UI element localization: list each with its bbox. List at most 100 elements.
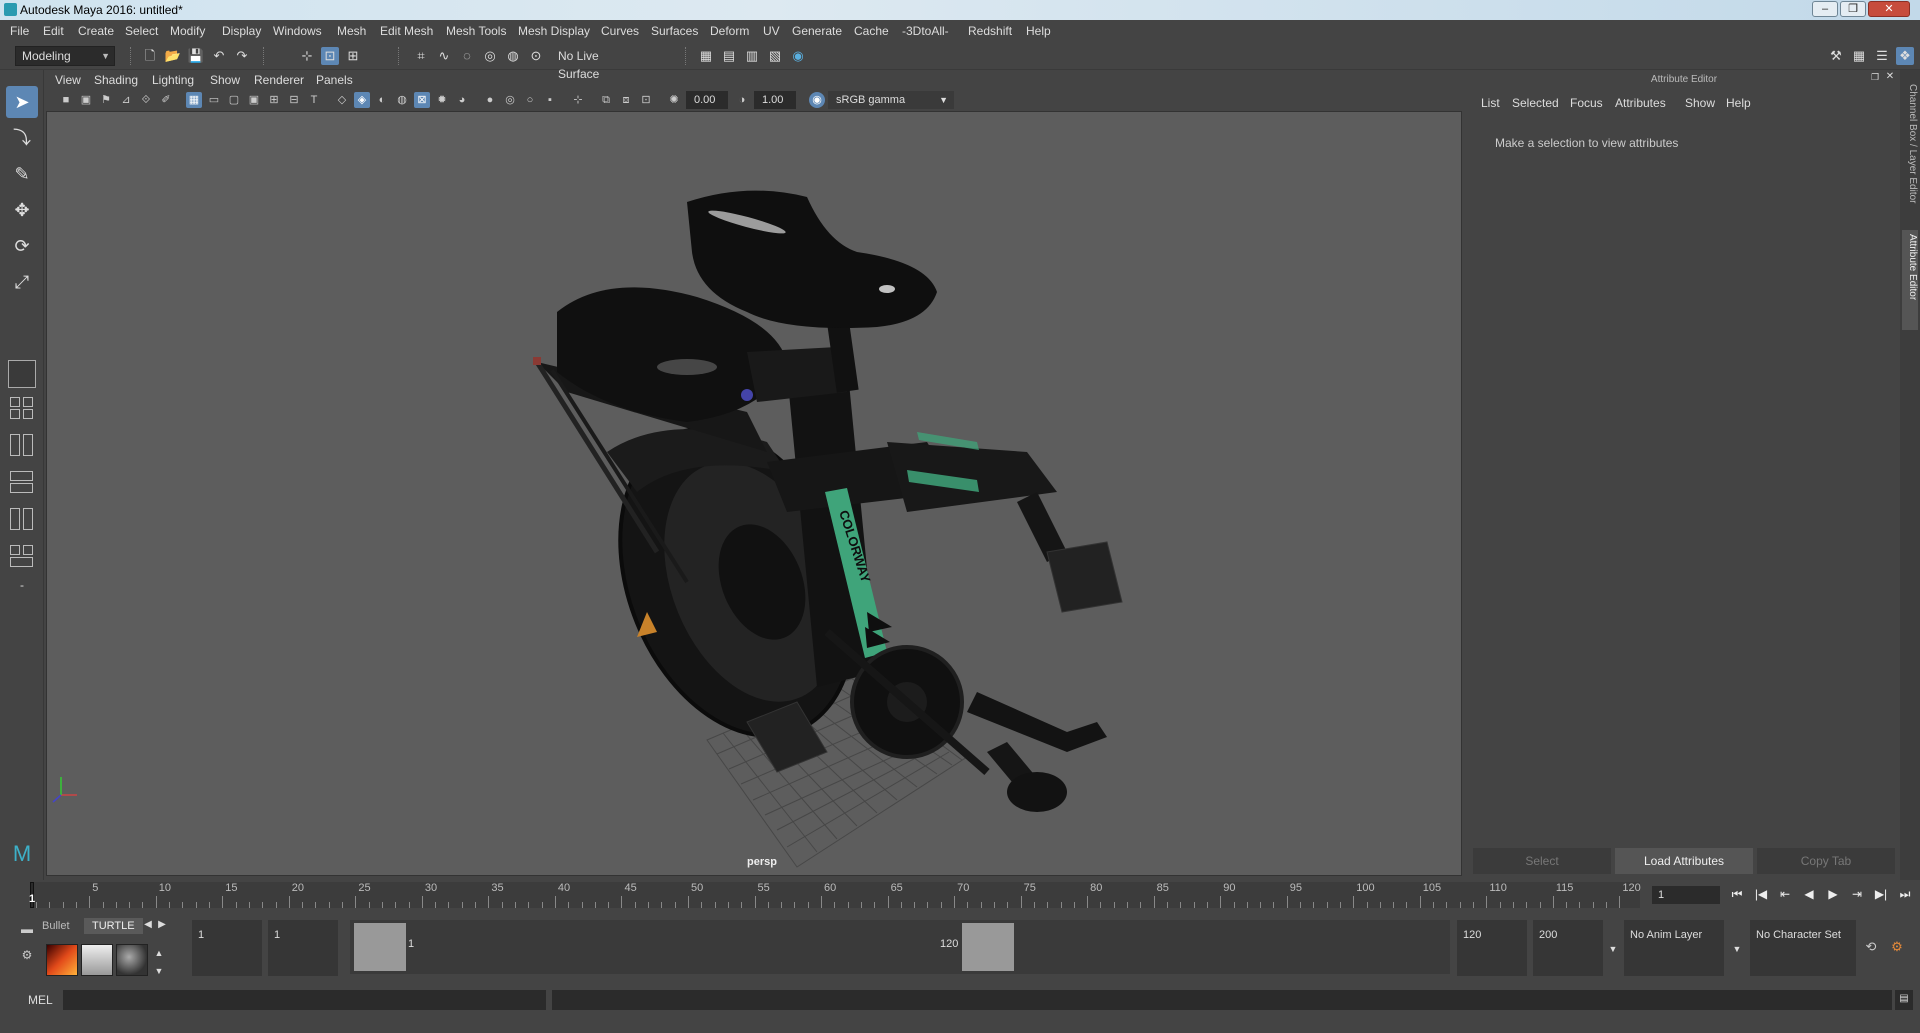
hypershade-icon[interactable]: ◉ [789, 47, 807, 65]
xray-icon[interactable]: ⧉ [598, 92, 614, 108]
snap-point-icon[interactable]: ◌ [458, 47, 476, 65]
shadows-icon[interactable]: ◕ [454, 92, 470, 108]
menu-edit[interactable]: Edit [43, 24, 64, 38]
textured-icon[interactable]: ⊠ [414, 92, 430, 108]
modeling-toolkit-icon[interactable]: ⚒ [1827, 47, 1845, 65]
open-scene-icon[interactable]: 📂 [164, 47, 182, 65]
menu-edit-mesh[interactable]: Edit Mesh [380, 24, 433, 38]
viewport-menu-view[interactable]: View [55, 73, 81, 87]
paint-select-icon[interactable]: ✎ [6, 158, 38, 190]
step-back-icon[interactable]: |◀ [1752, 885, 1770, 903]
move-tool-icon[interactable]: ✥ [6, 194, 38, 226]
playback-end-field[interactable]: 120 [1457, 920, 1527, 976]
load-attributes-button[interactable]: Load Attributes [1615, 848, 1753, 874]
persp-outliner-layout-icon[interactable] [8, 506, 36, 532]
more-layouts-button[interactable]: - [6, 578, 38, 600]
playback-start-field[interactable]: 1 [268, 920, 338, 976]
snap-grid-icon[interactable]: ⌗ [412, 47, 430, 65]
camera-attributes-icon[interactable]: ▣ [78, 92, 94, 108]
tool-settings-icon[interactable]: ☰ [1873, 47, 1891, 65]
snap-live-icon[interactable]: ⊙ [527, 47, 545, 65]
perspective-viewport[interactable]: COLORWAY persp [46, 111, 1462, 876]
grid-toggle-icon[interactable]: ▦ [186, 92, 202, 108]
save-scene-icon[interactable]: 💾 [187, 47, 205, 65]
field-chart-icon[interactable]: ⊞ [266, 92, 282, 108]
tab-channel-box[interactable]: Channel Box / Layer Editor [1902, 80, 1918, 230]
menu-display[interactable]: Display [222, 24, 261, 38]
single-perspective-layout-icon[interactable] [8, 360, 36, 388]
attr-menu-focus[interactable]: Focus [1570, 96, 1603, 110]
grease-pencil-icon[interactable]: ✐ [158, 92, 174, 108]
persp-graph-layout-icon[interactable] [8, 469, 36, 495]
side-by-side-layout-icon[interactable] [8, 432, 36, 458]
select-tool-icon[interactable]: ➤ [6, 86, 38, 118]
exposure-field[interactable]: 0.00 [686, 91, 728, 109]
float-panel-icon[interactable]: ❐ [1869, 71, 1881, 83]
safe-title-icon[interactable]: T [306, 92, 322, 108]
use-default-material-icon[interactable]: ◐ [374, 92, 390, 108]
auto-key-icon[interactable]: ⟲ [1862, 938, 1880, 956]
xray-components-icon[interactable]: ⊡ [638, 92, 654, 108]
menu-cache[interactable]: Cache [854, 24, 889, 38]
shelf-next-icon[interactable]: ▶ [156, 916, 168, 934]
play-backward-icon[interactable]: ◀ [1800, 885, 1818, 903]
attr-select-button[interactable]: Select [1473, 848, 1611, 874]
image-plane-icon[interactable]: ⊿ [118, 92, 134, 108]
menu-create[interactable]: Create [78, 24, 114, 38]
viewport-menu-renderer[interactable]: Renderer [254, 73, 304, 87]
outliner-toggle-icon[interactable]: ▦ [1850, 47, 1868, 65]
attr-menu-attributes[interactable]: Attributes [1615, 96, 1666, 110]
isolate-select-icon[interactable]: ⊹ [570, 92, 586, 108]
wireframe-icon[interactable]: ◇ [334, 92, 350, 108]
mode-dropdown[interactable]: Modeling ▼ [15, 46, 115, 66]
ipr-render-icon[interactable]: ▥ [743, 47, 761, 65]
menu-generate[interactable]: Generate [792, 24, 842, 38]
smooth-shade-icon[interactable]: ◈ [354, 92, 370, 108]
xray-joints-icon[interactable]: ⧈ [618, 92, 634, 108]
safe-action-icon[interactable]: ⊟ [286, 92, 302, 108]
maximize-button[interactable]: ❐ [1840, 1, 1866, 17]
menu-windows[interactable]: Windows [273, 24, 322, 38]
redo-icon[interactable]: ↷ [233, 47, 251, 65]
go-to-start-icon[interactable]: ⏮ [1728, 885, 1746, 903]
depth-of-field-icon[interactable]: ▪ [542, 92, 558, 108]
use-all-lights-icon[interactable]: ✹ [434, 92, 450, 108]
viewport-menu-shading[interactable]: Shading [94, 73, 138, 87]
gate-mask-icon[interactable]: ▣ [246, 92, 262, 108]
attr-menu-help[interactable]: Help [1726, 96, 1751, 110]
step-forward-icon[interactable]: ▶| [1872, 885, 1890, 903]
wireframe-on-shaded-icon[interactable]: ◍ [394, 92, 410, 108]
copy-tab-button[interactable]: Copy Tab [1757, 848, 1895, 874]
snap-curve-icon[interactable]: ∿ [435, 47, 453, 65]
resolution-gate-icon[interactable]: ▢ [226, 92, 242, 108]
rotate-tool-icon[interactable]: ⟳ [6, 230, 38, 262]
shelf-menu-icon[interactable]: ▬ [20, 922, 34, 942]
shelf-settings-icon[interactable]: ⚙ [20, 948, 34, 968]
two-d-pan-zoom-icon[interactable]: ⟐ [138, 92, 154, 108]
shelf-scroll-icon[interactable]: ▲ ▼ [152, 944, 166, 976]
menu-uv[interactable]: UV [763, 24, 780, 38]
play-forward-icon[interactable]: ▶ [1824, 885, 1842, 903]
viewport-menu-lighting[interactable]: Lighting [152, 73, 194, 87]
select-component-icon[interactable]: ⊞ [344, 47, 362, 65]
exposure-icon[interactable]: ✺ [666, 92, 682, 108]
select-camera-icon[interactable]: ■ [58, 92, 74, 108]
animation-preferences-icon[interactable]: ⚙ [1888, 938, 1906, 956]
anim-layer-dropdown[interactable]: No Anim Layer [1624, 920, 1724, 976]
menu-mesh[interactable]: Mesh [337, 24, 366, 38]
menu-redshift[interactable]: Redshift [968, 24, 1012, 38]
range-options-icon[interactable]: ▼ [1606, 940, 1620, 958]
menu-mesh-display[interactable]: Mesh Display [518, 24, 590, 38]
menu-select[interactable]: Select [125, 24, 158, 38]
command-language-label[interactable]: MEL [28, 993, 53, 1007]
menu-mesh-tools[interactable]: Mesh Tools [446, 24, 506, 38]
shelf-tab-bullet[interactable]: Bullet [42, 920, 70, 932]
menu-3dtoall[interactable]: -3DtoAll- [902, 24, 949, 38]
viewport-menu-panels[interactable]: Panels [316, 73, 353, 87]
screen-space-ao-icon[interactable]: ● [482, 92, 498, 108]
step-back-key-icon[interactable]: ⇤ [1776, 885, 1794, 903]
tab-attribute-editor[interactable]: Attribute Editor [1902, 230, 1918, 330]
bookmark-icon[interactable]: ⚑ [98, 92, 114, 108]
anim-layer-options-icon[interactable]: ▼ [1730, 940, 1744, 958]
select-object-icon[interactable]: ⊡ [321, 47, 339, 65]
